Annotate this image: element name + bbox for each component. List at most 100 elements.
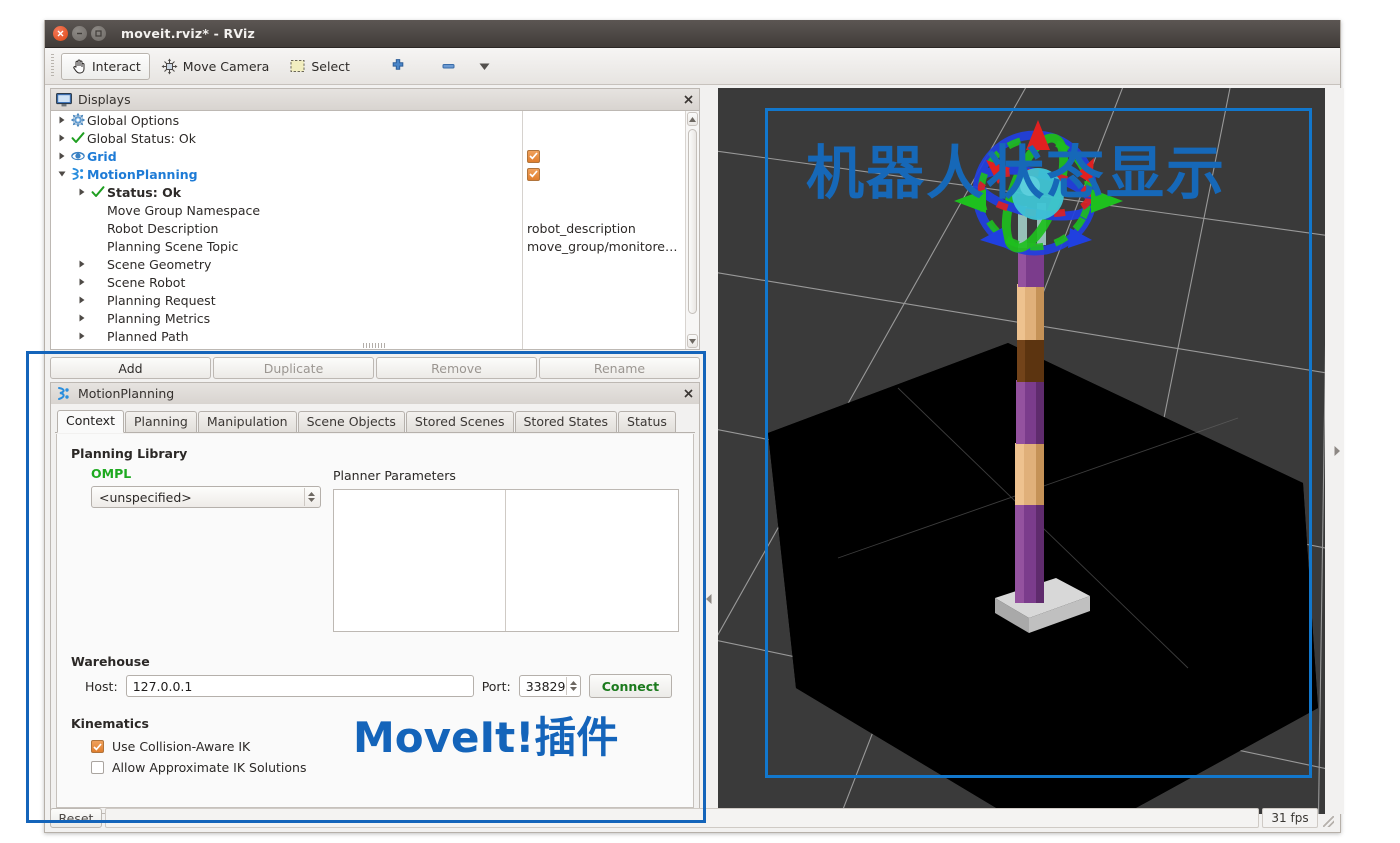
tree-row-value bbox=[523, 201, 685, 219]
tree-row-motionplanning[interactable]: MotionPlanning bbox=[51, 165, 522, 183]
tree-row-scene-robot[interactable]: Scene Robot bbox=[51, 273, 522, 291]
duplicate-button[interactable]: Duplicate bbox=[213, 357, 374, 379]
tab-planning[interactable]: Planning bbox=[125, 411, 197, 433]
tree-row-label: Planned Path bbox=[107, 329, 189, 344]
select-rectangle-icon bbox=[289, 58, 306, 75]
minimize-button[interactable] bbox=[72, 26, 87, 41]
close-icon[interactable] bbox=[682, 93, 695, 106]
scroll-down-icon[interactable] bbox=[687, 334, 698, 348]
reset-button[interactable]: Reset bbox=[50, 808, 102, 828]
tool-move-camera[interactable]: Move Camera bbox=[152, 53, 279, 80]
tree-row-global-status-ok[interactable]: Global Status: Ok bbox=[51, 129, 522, 147]
main-toolbar: Interact Move Camera bbox=[45, 48, 1340, 85]
tree-row-grid[interactable]: Grid bbox=[51, 147, 522, 165]
tool-add-button[interactable] bbox=[383, 53, 414, 80]
planner-parameters-title: Planner Parameters bbox=[333, 468, 679, 483]
panel-splitter-left[interactable] bbox=[702, 382, 716, 816]
expander-collapsed-icon[interactable] bbox=[75, 296, 89, 304]
enable-checkbox[interactable] bbox=[527, 168, 540, 181]
warehouse-row: Host: 127.0.0.1 Port: 33829 Connect bbox=[85, 674, 679, 698]
displays-tree[interactable]: Global OptionsGlobal Status: Ok Grid Mot… bbox=[50, 110, 700, 350]
tab-context[interactable]: Context bbox=[57, 410, 124, 434]
expander-collapsed-icon[interactable] bbox=[75, 260, 89, 268]
panel-resize-grip[interactable] bbox=[363, 343, 387, 348]
allow-approximate-ik-checkbox[interactable] bbox=[91, 761, 104, 774]
chevron-down-icon bbox=[476, 58, 493, 75]
tree-row-value: robot_description bbox=[523, 219, 685, 237]
tree-row-value bbox=[523, 111, 685, 129]
tree-row-planning-metrics[interactable]: Planning Metrics bbox=[51, 309, 522, 327]
tree-row-value bbox=[523, 273, 685, 291]
tree-row-robot-description[interactable]: Robot Description bbox=[51, 219, 522, 237]
motionplanning-panel: MotionPlanning ContextPlanningManipulati… bbox=[50, 382, 700, 816]
tab-stored-scenes[interactable]: Stored Scenes bbox=[406, 411, 514, 433]
scrollbar-thumb[interactable] bbox=[688, 129, 697, 314]
window-titlebar: moveit.rviz* - RViz bbox=[45, 20, 1340, 48]
render-view-3d[interactable]: 机器人状态显示 bbox=[718, 88, 1325, 814]
window-title: moveit.rviz* - RViz bbox=[121, 26, 255, 41]
scroll-up-icon[interactable] bbox=[687, 112, 698, 126]
toolbar-drag-handle[interactable] bbox=[49, 54, 56, 78]
planner-select-value: <unspecified> bbox=[99, 490, 192, 505]
displays-panel-title: Displays bbox=[78, 92, 676, 107]
add-button[interactable]: Add bbox=[50, 357, 211, 379]
tool-dropdown-button[interactable] bbox=[469, 53, 500, 80]
connect-button[interactable]: Connect bbox=[589, 674, 672, 698]
tree-row-planned-path[interactable]: Planned Path bbox=[51, 327, 522, 345]
tree-row-value bbox=[523, 309, 685, 327]
plus-icon bbox=[390, 58, 407, 75]
tab-manipulation[interactable]: Manipulation bbox=[198, 411, 297, 433]
expander-collapsed-icon[interactable] bbox=[55, 152, 69, 160]
hand-cursor-icon bbox=[70, 58, 87, 75]
host-label: Host: bbox=[85, 679, 118, 694]
spinner-arrows-icon[interactable] bbox=[304, 488, 318, 506]
expander-collapsed-icon[interactable] bbox=[75, 332, 89, 340]
use-collision-aware-ik-checkbox[interactable] bbox=[91, 740, 104, 753]
rename-button[interactable]: Rename bbox=[539, 357, 700, 379]
tree-row-global-options[interactable]: Global Options bbox=[51, 111, 522, 129]
expander-expanded-icon[interactable] bbox=[55, 171, 69, 177]
tree-row-label: Scene Geometry bbox=[107, 257, 211, 272]
tree-row-label: Planning Metrics bbox=[107, 311, 210, 326]
tree-row-value[interactable] bbox=[523, 147, 685, 165]
tool-select[interactable]: Select bbox=[280, 53, 359, 80]
expander-collapsed-icon[interactable] bbox=[75, 278, 89, 286]
planner-parameters-table[interactable] bbox=[333, 489, 679, 632]
tree-value-text: move_group/monitore… bbox=[527, 239, 678, 254]
tree-row-value[interactable] bbox=[523, 165, 685, 183]
minus-icon bbox=[441, 58, 458, 75]
expander-collapsed-icon[interactable] bbox=[75, 314, 89, 322]
remove-button[interactable]: Remove bbox=[376, 357, 537, 379]
expander-collapsed-icon[interactable] bbox=[55, 134, 69, 142]
close-button[interactable] bbox=[53, 26, 68, 41]
displays-button-row: AddDuplicateRemoveRename bbox=[50, 357, 700, 379]
tree-row-planning-scene-topic[interactable]: Planning Scene Topic bbox=[51, 237, 522, 255]
tab-status[interactable]: Status bbox=[618, 411, 676, 433]
host-input[interactable]: 127.0.0.1 bbox=[126, 675, 474, 697]
tree-row-status-ok[interactable]: Status: Ok bbox=[51, 183, 522, 201]
displays-tree-names: Global OptionsGlobal Status: Ok Grid Mot… bbox=[51, 111, 523, 349]
displays-tree-values: robot_description move_group/monitore… bbox=[523, 111, 685, 349]
tab-stored-states[interactable]: Stored States bbox=[515, 411, 618, 433]
enable-checkbox[interactable] bbox=[527, 150, 540, 163]
expander-collapsed-icon[interactable] bbox=[75, 188, 89, 196]
tree-row-label: Move Group Namespace bbox=[107, 203, 260, 218]
check-icon bbox=[69, 131, 87, 145]
maximize-button[interactable] bbox=[91, 26, 106, 41]
displays-scrollbar[interactable] bbox=[685, 111, 699, 349]
tab-scene-objects[interactable]: Scene Objects bbox=[298, 411, 405, 433]
close-icon[interactable] bbox=[682, 387, 695, 400]
check-icon bbox=[89, 185, 107, 199]
window-resize-grip[interactable] bbox=[1321, 808, 1335, 828]
panel-splitter-right[interactable] bbox=[1328, 88, 1344, 814]
spinner-arrows-icon[interactable] bbox=[566, 677, 580, 695]
expander-collapsed-icon[interactable] bbox=[55, 116, 69, 124]
tool-remove-button[interactable] bbox=[434, 53, 465, 80]
port-input[interactable]: 33829 bbox=[519, 675, 581, 697]
tool-interact[interactable]: Interact bbox=[61, 53, 150, 80]
tree-row-move-group-namespace[interactable]: Move Group Namespace bbox=[51, 201, 522, 219]
planner-select[interactable]: <unspecified> bbox=[91, 486, 321, 508]
tree-row-planning-request[interactable]: Planning Request bbox=[51, 291, 522, 309]
fps-indicator: 31 fps bbox=[1262, 808, 1318, 828]
tree-row-scene-geometry[interactable]: Scene Geometry bbox=[51, 255, 522, 273]
